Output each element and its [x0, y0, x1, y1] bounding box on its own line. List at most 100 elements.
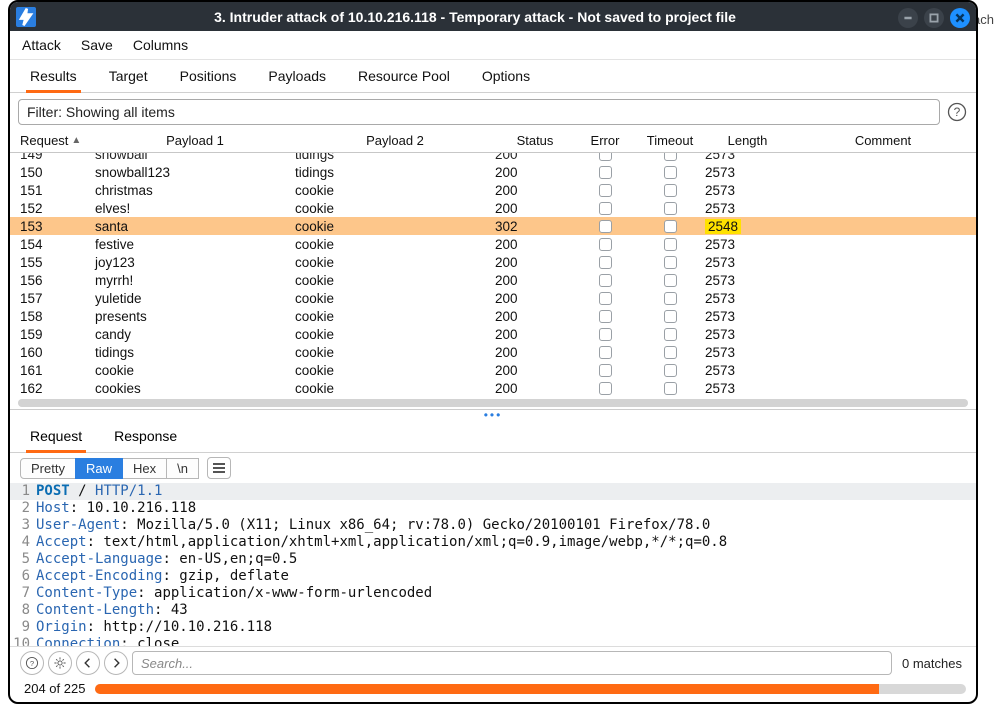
tab-results[interactable]: Results: [28, 62, 79, 92]
table-row[interactable]: 158presentscookie2002573: [10, 307, 976, 325]
menu-save[interactable]: Save: [81, 37, 113, 53]
tab-resource-pool[interactable]: Resource Pool: [356, 62, 452, 92]
error-checkbox[interactable]: [599, 238, 612, 251]
timeout-checkbox[interactable]: [664, 202, 677, 215]
app-icon: [16, 7, 36, 27]
table-row[interactable]: 154festivecookie2002573: [10, 235, 976, 253]
error-checkbox[interactable]: [599, 328, 612, 341]
svg-text:?: ?: [30, 659, 34, 668]
filter-box[interactable]: Filter: Showing all items: [18, 99, 940, 125]
window-minimize-button[interactable]: [898, 8, 918, 28]
menubar: Attack Save Columns: [10, 31, 976, 60]
detail-subtabs: Request Response: [10, 420, 976, 453]
search-help-icon[interactable]: ?: [20, 651, 44, 675]
col-comment[interactable]: Comment: [790, 133, 976, 148]
timeout-checkbox[interactable]: [664, 153, 677, 161]
timeout-checkbox[interactable]: [664, 274, 677, 287]
progress-bar: [95, 684, 966, 694]
table-row[interactable]: 157yuletidecookie2002573: [10, 289, 976, 307]
menu-attack[interactable]: Attack: [22, 37, 61, 53]
sort-asc-icon: ▲: [71, 135, 81, 146]
timeout-checkbox[interactable]: [664, 256, 677, 269]
table-row[interactable]: 153santacookie3022548: [10, 217, 976, 235]
http-request-editor[interactable]: 1POST / HTTP/1.12Host: 10.10.216.1183Use…: [10, 481, 976, 646]
editor-line: 8Content-Length: 43: [10, 602, 976, 619]
tab-options[interactable]: Options: [480, 62, 532, 92]
view-newline-button[interactable]: \n: [166, 458, 199, 479]
table-row[interactable]: 150snowball123tidings2002573: [10, 163, 976, 181]
error-checkbox[interactable]: [599, 202, 612, 215]
error-checkbox[interactable]: [599, 292, 612, 305]
main-tabs: Results Target Positions Payloads Resour…: [10, 60, 976, 93]
table-row[interactable]: 162cookiescookie2002573: [10, 379, 976, 397]
editor-line: 6Accept-Encoding: gzip, deflate: [10, 568, 976, 585]
error-checkbox[interactable]: [599, 310, 612, 323]
col-payload2[interactable]: Payload 2: [295, 133, 495, 148]
table-horizontal-scrollbar[interactable]: [18, 399, 968, 407]
table-row[interactable]: 149snowballtidings2002573: [10, 153, 976, 163]
subtab-response[interactable]: Response: [112, 422, 179, 452]
hamburger-icon[interactable]: [207, 457, 231, 479]
table-row[interactable]: 156myrrh!cookie2002573: [10, 271, 976, 289]
timeout-checkbox[interactable]: [664, 292, 677, 305]
error-checkbox[interactable]: [599, 153, 612, 161]
gear-icon[interactable]: [48, 651, 72, 675]
timeout-checkbox[interactable]: [664, 184, 677, 197]
timeout-checkbox[interactable]: [664, 382, 677, 395]
editor-searchbar: ? Search... 0 matches: [10, 646, 976, 679]
timeout-checkbox[interactable]: [664, 310, 677, 323]
error-checkbox[interactable]: [599, 364, 612, 377]
tab-payloads[interactable]: Payloads: [266, 62, 328, 92]
editor-line: 2Host: 10.10.216.118: [10, 500, 976, 517]
col-length[interactable]: Length: [705, 133, 790, 148]
timeout-checkbox[interactable]: [664, 364, 677, 377]
error-checkbox[interactable]: [599, 220, 612, 233]
timeout-checkbox[interactable]: [664, 238, 677, 251]
editor-line: 5Accept-Language: en-US,en;q=0.5: [10, 551, 976, 568]
table-header[interactable]: Request▲ Payload 1 Payload 2 Status Erro…: [10, 129, 976, 153]
error-checkbox[interactable]: [599, 166, 612, 179]
error-checkbox[interactable]: [599, 346, 612, 359]
col-payload1[interactable]: Payload 1: [95, 133, 295, 148]
window-close-button[interactable]: [950, 8, 970, 28]
timeout-checkbox[interactable]: [664, 328, 677, 341]
timeout-checkbox[interactable]: [664, 166, 677, 179]
window-titlebar[interactable]: 3. Intruder attack of 10.10.216.118 - Te…: [10, 2, 976, 31]
tab-target[interactable]: Target: [107, 62, 150, 92]
search-input[interactable]: Search...: [132, 651, 892, 675]
editor-line: 1POST / HTTP/1.1: [10, 483, 976, 500]
menu-columns[interactable]: Columns: [133, 37, 188, 53]
filter-help-icon[interactable]: ?: [946, 99, 968, 125]
view-hex-button[interactable]: Hex: [122, 458, 167, 479]
editor-line: 7Content-Type: application/x-www-form-ur…: [10, 585, 976, 602]
tab-positions[interactable]: Positions: [178, 62, 239, 92]
subtab-request[interactable]: Request: [28, 422, 84, 452]
editor-line: 3User-Agent: Mozilla/5.0 (X11; Linux x86…: [10, 517, 976, 534]
error-checkbox[interactable]: [599, 256, 612, 269]
timeout-checkbox[interactable]: [664, 346, 677, 359]
table-row[interactable]: 152elves!cookie2002573: [10, 199, 976, 217]
error-checkbox[interactable]: [599, 382, 612, 395]
splitter-handle[interactable]: •••: [10, 410, 976, 420]
table-row[interactable]: 161cookiecookie2002573: [10, 361, 976, 379]
search-next-icon[interactable]: [104, 651, 128, 675]
results-table: Request▲ Payload 1 Payload 2 Status Erro…: [10, 129, 976, 410]
col-error[interactable]: Error: [575, 133, 635, 148]
table-row[interactable]: 160tidingscookie2002573: [10, 343, 976, 361]
table-row[interactable]: 155joy123cookie2002573: [10, 253, 976, 271]
view-raw-button[interactable]: Raw: [75, 458, 123, 479]
col-status[interactable]: Status: [495, 133, 575, 148]
window-maximize-button[interactable]: [924, 8, 944, 28]
error-checkbox[interactable]: [599, 274, 612, 287]
view-pretty-button[interactable]: Pretty: [20, 458, 76, 479]
search-matches-count: 0 matches: [896, 656, 968, 671]
table-row[interactable]: 159candycookie2002573: [10, 325, 976, 343]
editor-line: 10Connection: close: [10, 636, 976, 646]
timeout-checkbox[interactable]: [664, 220, 677, 233]
table-row[interactable]: 151christmascookie2002573: [10, 181, 976, 199]
editor-toolbar: Pretty Raw Hex \n: [10, 453, 976, 481]
col-timeout[interactable]: Timeout: [635, 133, 705, 148]
intruder-attack-window: 3. Intruder attack of 10.10.216.118 - Te…: [8, 0, 978, 704]
error-checkbox[interactable]: [599, 184, 612, 197]
search-prev-icon[interactable]: [76, 651, 100, 675]
